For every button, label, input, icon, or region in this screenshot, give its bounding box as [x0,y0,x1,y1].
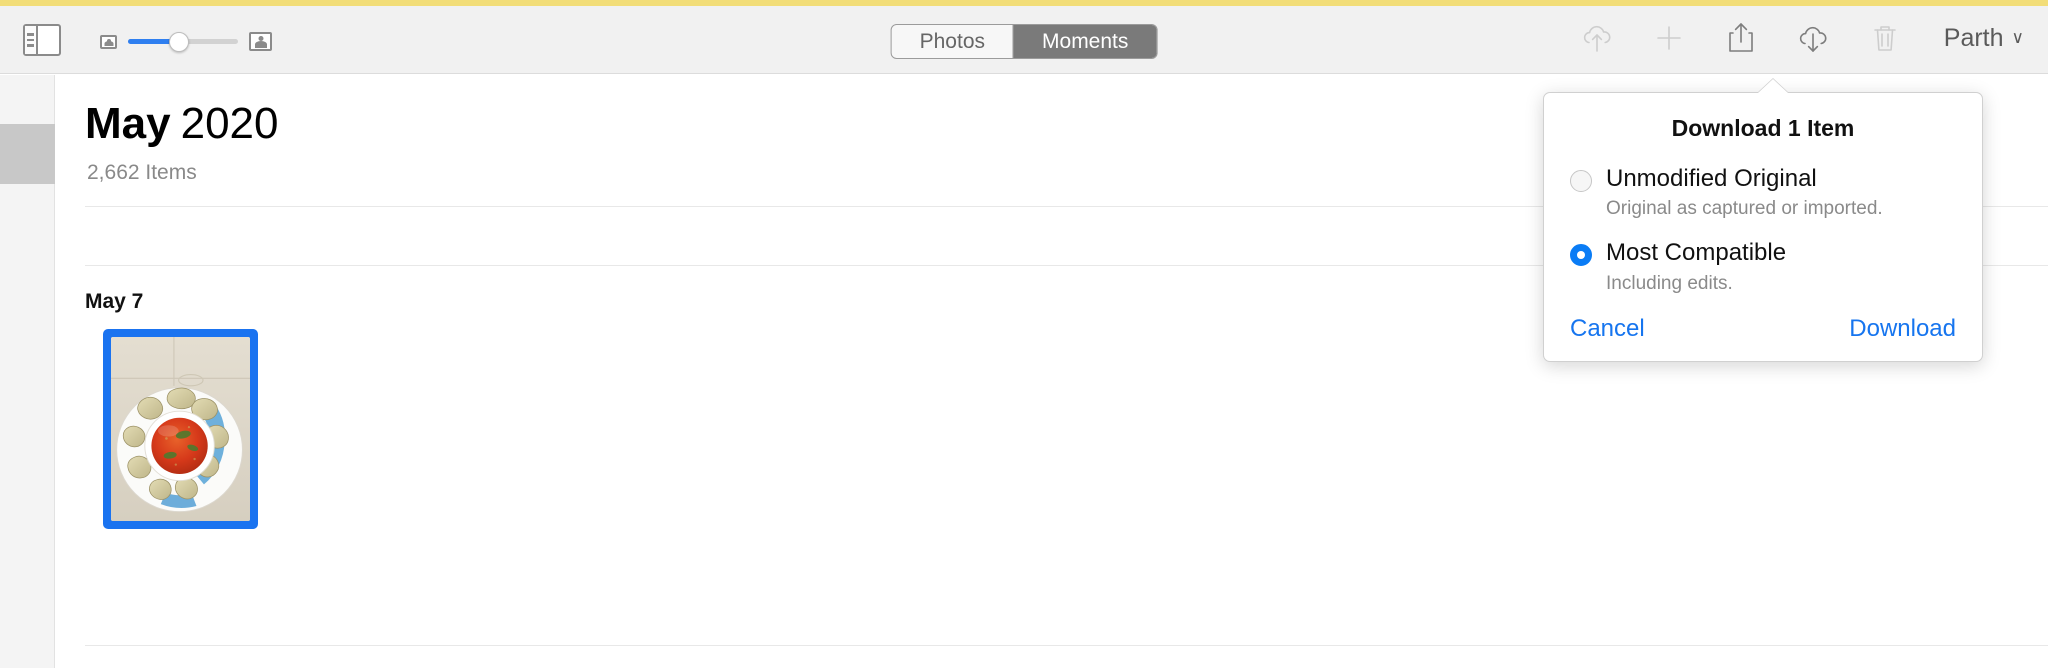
sidebar-toggle-icon[interactable] [23,24,61,56]
item-count-label: 2,662 Items [87,161,197,184]
zoom-slider[interactable] [128,31,238,52]
day-header-may-7: May 7 [85,290,144,313]
add-icon[interactable] [1650,19,1688,57]
large-photo-icon [249,32,272,51]
popover-arrow [1758,79,1788,93]
option-label: Most Compatible [1606,239,1787,267]
chevron-down-icon: ∨ [2011,28,2024,47]
timeline-scrubber-thumb[interactable] [0,124,55,184]
tab-photos[interactable]: Photos [892,25,1013,58]
download-from-cloud-icon[interactable] [1794,19,1832,57]
tab-moments[interactable]: Moments [1013,25,1157,58]
view-mode-segmented-control: Photos Moments [890,24,1158,59]
small-photo-icon [100,34,117,49]
year-label: 2020 [180,99,279,148]
popover-actions: Cancel Download [1570,315,1956,343]
photo-thumbnail[interactable] [103,329,258,529]
month-label: May [85,99,171,148]
zoom-slider-group [100,31,272,52]
photos-app-window: Photos Moments Parth ∨ May 2020 2,662 It… [0,0,2048,668]
option-description: Original as captured or imported. [1606,198,1883,220]
radio-unmodified-original[interactable] [1570,170,1592,192]
popover-title: Download 1 Item [1671,115,1855,141]
section-divider [85,645,2048,646]
option-unmodified-original[interactable]: Unmodified Original [1570,165,1956,192]
option-label: Unmodified Original [1606,165,1817,192]
account-name: Parth [1943,23,2004,52]
page-title: May 2020 [85,99,278,149]
radio-most-compatible[interactable] [1570,244,1592,267]
photo-thumbnail-image [111,337,250,521]
toolbar-actions: Parth ∨ [1578,19,2024,57]
account-menu[interactable]: Parth ∨ [1944,24,2024,53]
option-description: Including edits. [1606,272,1733,294]
zoom-slider-knob[interactable] [169,31,189,52]
toolbar: Photos Moments Parth ∨ [0,6,2048,74]
cancel-button[interactable]: Cancel [1570,315,1645,343]
upload-to-cloud-icon[interactable] [1578,19,1616,57]
download-options-popover: Download 1 Item Unmodified Original Orig… [1543,79,1983,362]
sidebar-toggle-panel [25,26,38,54]
timeline-scrubber[interactable] [0,75,55,668]
option-most-compatible[interactable]: Most Compatible [1570,239,1956,267]
download-button[interactable]: Download [1849,315,1956,343]
share-icon[interactable] [1722,19,1760,57]
trash-icon[interactable] [1866,19,1904,57]
